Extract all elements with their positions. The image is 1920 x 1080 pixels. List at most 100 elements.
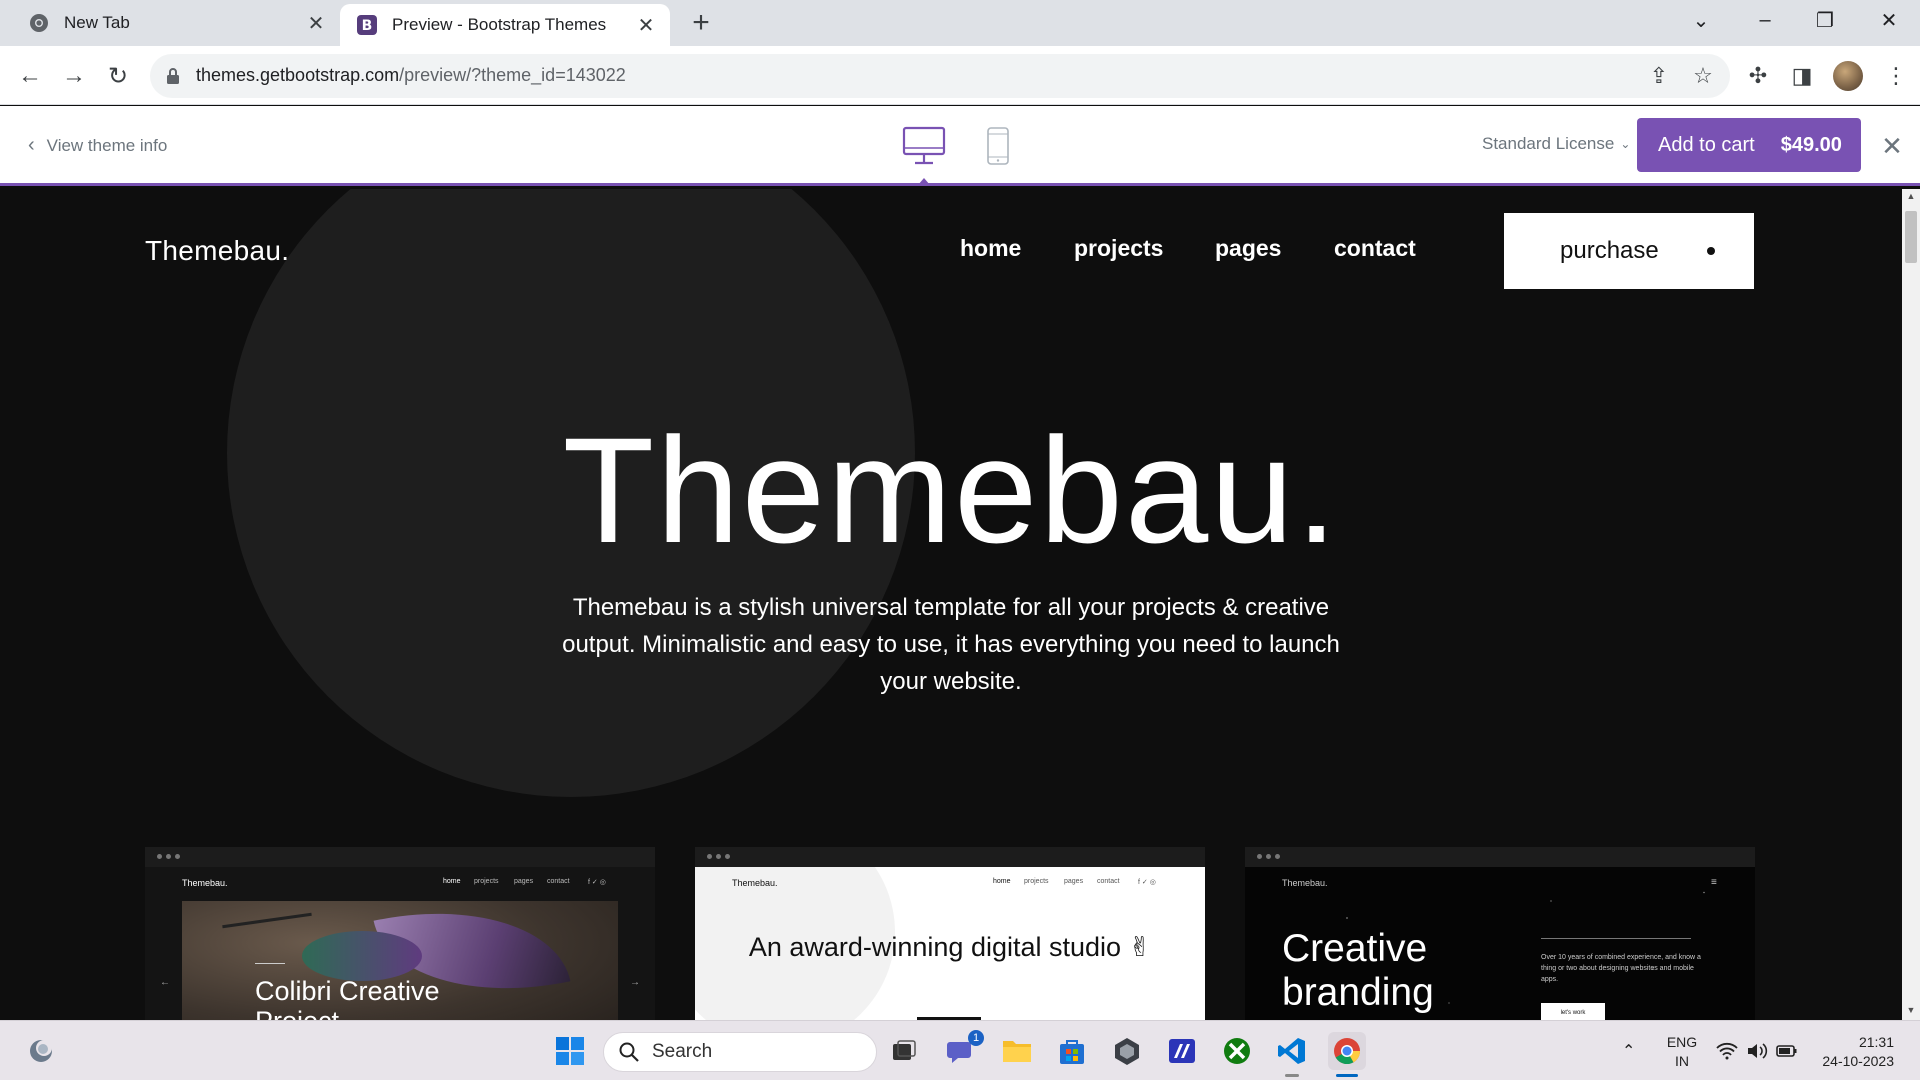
side-panel-icon[interactable]: ◨ [1786, 60, 1818, 92]
close-tab-icon[interactable]: ✕ [632, 11, 660, 39]
scroll-up-icon[interactable]: ▲ [1905, 191, 1917, 201]
mini-nav-projects: projects [474, 878, 499, 885]
microsoft-store-icon[interactable] [1053, 1032, 1091, 1070]
mini-nav-home: home [993, 878, 1011, 885]
demo-card-light[interactable]: Themebau. home projects pages contact f … [695, 847, 1205, 1020]
wifi-icon[interactable] [1716, 1021, 1738, 1080]
mini-social-icons: f ✓ ◎ [588, 879, 606, 886]
search-label: Search [652, 1041, 713, 1062]
clock-date: 24-10-2023 [1822, 1053, 1894, 1069]
widgets-icon[interactable] [22, 1032, 60, 1070]
mini-nav-projects: projects [1024, 878, 1049, 885]
system-clock[interactable]: 21:31 24-10-2023 [1810, 1033, 1894, 1071]
mini-nav-contact: contact [1097, 878, 1120, 885]
card-title: Creative branding [1282, 927, 1434, 1014]
chevron-left-icon: ‹ [28, 134, 35, 156]
tab-strip: New Tab ✕ B Preview - Bootstrap Themes ✕… [0, 0, 1920, 46]
share-icon[interactable]: ⇪ [1644, 61, 1674, 91]
preview-toolbar: ‹ View theme info Standard License ⌄ Add… [0, 106, 1920, 186]
title-rule [255, 963, 285, 964]
back-button[interactable]: ← [12, 58, 48, 94]
chrome-taskbar-icon[interactable] [1328, 1032, 1366, 1070]
taskbar-search[interactable]: Search [603, 1032, 877, 1072]
window-dots [1257, 854, 1280, 859]
tab-preview[interactable]: B Preview - Bootstrap Themes ✕ [340, 4, 670, 46]
mini-logo: Themebau. [1282, 878, 1328, 888]
tab-new-tab[interactable]: New Tab ✕ [0, 0, 340, 46]
running-indicator [1285, 1074, 1299, 1077]
hummingbird-image: Colibri Creative Project [182, 883, 618, 1020]
view-theme-info-label: View theme info [46, 135, 168, 155]
purchase-button[interactable]: purchase [1504, 213, 1754, 289]
clock-time: 21:31 [1858, 1034, 1894, 1050]
vscode-icon[interactable] [1273, 1032, 1311, 1070]
forward-button[interactable]: → [56, 58, 92, 94]
close-window-button[interactable]: ✕ [1864, 0, 1914, 40]
reload-button[interactable]: ↻ [100, 58, 136, 94]
page-scrollbar[interactable]: ▲ ▼ [1902, 189, 1920, 1020]
extensions-icon[interactable]: ✣ [1742, 60, 1774, 92]
close-preview-icon[interactable]: ✕ [1878, 131, 1906, 161]
notification-badge: 1 [968, 1030, 984, 1046]
profile-avatar[interactable] [1833, 61, 1863, 91]
url-path: /preview/?theme_id=143022 [399, 65, 626, 85]
close-tab-icon[interactable]: ✕ [302, 9, 330, 37]
card-screenshot: Themebau. home projects pages contact f … [695, 867, 1205, 1020]
restore-button[interactable]: ❐ [1800, 0, 1850, 40]
window-dots [707, 854, 730, 859]
nav-projects[interactable]: projects [1074, 235, 1163, 262]
lang-code: ENG [1666, 1034, 1698, 1050]
divider [1541, 938, 1691, 939]
bird-body-shape [302, 931, 422, 981]
mini-nav-pages: pages [1064, 878, 1084, 885]
menu-kebab-icon[interactable]: ⋮ [1880, 60, 1912, 92]
tab-search-icon[interactable]: ⌄ [1676, 0, 1726, 40]
volume-icon[interactable] [1746, 1021, 1768, 1080]
add-to-cart-label: Add to cart [1658, 133, 1755, 156]
demo-card-dark[interactable]: Themebau. home projects pages contact f … [145, 847, 655, 1020]
view-theme-info-link[interactable]: ‹ View theme info [28, 134, 167, 157]
scroll-down-icon[interactable]: ▼ [1905, 1005, 1917, 1015]
url-text[interactable]: themes.getbootstrap.com/preview/?theme_i… [196, 65, 626, 86]
arrow-left-icon: ← [160, 977, 170, 988]
battery-icon[interactable] [1776, 1021, 1798, 1080]
start-icon[interactable] [551, 1032, 589, 1070]
svg-text:B: B [362, 18, 373, 34]
mini-logo: Themebau. [732, 878, 778, 888]
license-dropdown[interactable]: Standard License ⌄ [1482, 134, 1630, 154]
new-tab-button[interactable]: + [684, 6, 718, 40]
nav-contact[interactable]: contact [1334, 235, 1416, 262]
active-indicator [1336, 1074, 1358, 1077]
omnibox[interactable]: themes.getbootstrap.com/preview/?theme_i… [150, 54, 1730, 98]
powerautomate-icon[interactable] [1163, 1032, 1201, 1070]
card-screenshot: Themebau. ≡ Creative branding Over 10 ye… [1245, 867, 1755, 1020]
hero-title: Themebau. [562, 406, 1340, 574]
mobile-view-icon[interactable] [986, 124, 1010, 168]
theme-preview-viewport: Themebau. home projects pages contact pu… [0, 189, 1902, 1020]
language-indicator[interactable]: ENG IN [1664, 1033, 1700, 1071]
card-title: An award-winning digital studio ✌ [748, 932, 1152, 962]
url-host: themes.getbootstrap.com [196, 65, 400, 85]
search-icon [619, 1042, 639, 1062]
card-title: Colibri Creative Project [255, 976, 440, 1020]
nav-pages[interactable]: pages [1215, 235, 1281, 262]
app-cube-icon[interactable] [1108, 1032, 1146, 1070]
lock-icon[interactable] [166, 67, 180, 85]
site-logo[interactable]: Themebau. [145, 235, 289, 267]
desktop-view-icon[interactable] [902, 124, 946, 168]
mini-nav-pages: pages [514, 878, 534, 885]
add-to-cart-button[interactable]: Add to cart $49.00 [1637, 118, 1861, 172]
arrow-right-icon: → [630, 977, 640, 988]
demo-card-stars[interactable]: Themebau. ≡ Creative branding Over 10 ye… [1245, 847, 1755, 1020]
scrollbar-thumb[interactable] [1905, 211, 1917, 263]
show-hidden-icons[interactable]: ⌃ [1622, 1021, 1635, 1080]
region-code: IN [1675, 1053, 1689, 1069]
task-view-icon[interactable] [885, 1032, 923, 1070]
minimize-button[interactable]: – [1740, 0, 1790, 40]
file-explorer-icon[interactable] [998, 1032, 1036, 1070]
mini-button: let's work [1541, 1003, 1605, 1020]
bookmark-star-icon[interactable]: ☆ [1688, 61, 1718, 91]
nav-home[interactable]: home [960, 235, 1021, 262]
xbox-icon[interactable] [1218, 1032, 1256, 1070]
chevron-down-icon: ⌄ [1620, 137, 1631, 151]
